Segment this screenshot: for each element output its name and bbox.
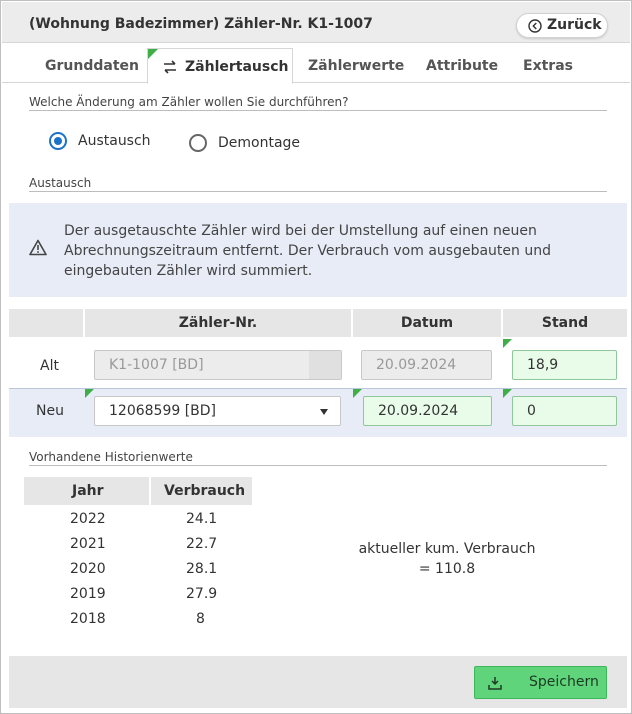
tab-grunddaten[interactable]: Grunddaten: [45, 58, 139, 74]
table-row: 2022 24.1: [24, 511, 252, 536]
new-reading-input[interactable]: 0: [512, 396, 617, 426]
column-header-number: Zähler-Nr.: [85, 309, 351, 337]
history-year: 2018: [70, 611, 106, 627]
history-year: 2019: [70, 586, 106, 602]
meter-dialog: (Wohnung Badezimmer) Zähler-Nr. K1-1007 …: [0, 0, 632, 714]
history-year: 2022: [70, 511, 106, 527]
tab-zaehlertausch-label: Zählertausch: [185, 59, 289, 75]
cumulative-consumption-value: = 110.8: [418, 561, 476, 577]
history-consumption: 22.7: [186, 536, 218, 552]
cumulative-consumption-label: aktueller kum. Verbrauch: [358, 541, 536, 557]
chevron-left-circle-icon: [528, 19, 542, 33]
old-reading-input[interactable]: 18,9: [512, 350, 617, 380]
table-row: 2019 27.9: [24, 586, 252, 611]
tab-bar: Grunddaten Zählertausch Zählerwerte Attr…: [2, 43, 630, 84]
grid-corner: [9, 309, 83, 337]
table-row: 2018 8: [24, 611, 252, 636]
history-consumption: 24.1: [186, 511, 218, 527]
radio-austausch[interactable]: [49, 132, 67, 150]
change-question: Welche Änderung am Zähler wollen Sie dur…: [29, 95, 349, 109]
new-meter-number-value: 12068599 [BD]: [109, 403, 217, 419]
column-header-reading: Stand: [503, 309, 627, 337]
edited-marker: [353, 389, 362, 398]
save-button[interactable]: Speichern: [474, 666, 607, 699]
old-meter-number-value: K1-1007 [BD]: [109, 357, 204, 373]
new-date-input[interactable]: 20.09.2024: [363, 396, 492, 426]
old-date-field: 20.09.2024: [361, 350, 492, 380]
field-addon: [309, 351, 341, 379]
radio-austausch-label[interactable]: Austausch: [78, 133, 151, 149]
column-header-date: Datum: [353, 309, 501, 337]
back-button-label: Zurück: [547, 17, 602, 33]
history-consumption: 28.1: [186, 561, 218, 577]
dropdown-arrow-icon: [320, 409, 328, 415]
divider: [29, 465, 607, 466]
table-row: 2021 22.7: [24, 536, 252, 561]
history-consumption: 27.9: [186, 586, 218, 602]
austausch-section-label: Austausch: [29, 176, 92, 190]
tab-marker-flag: [148, 49, 158, 59]
dialog-footer: Speichern: [9, 656, 627, 708]
notice-text: Der ausgetauschte Zähler wird bei der Um…: [64, 223, 551, 279]
history-section-label: Vorhandene Historienwerte: [29, 450, 193, 464]
dialog-header: (Wohnung Badezimmer) Zähler-Nr. K1-1007 …: [2, 2, 630, 43]
tab-zaehlertausch[interactable]: Zählertausch: [147, 48, 293, 84]
tab-attribute[interactable]: Attribute: [426, 58, 498, 74]
history-column-year: Jahr: [72, 483, 104, 499]
download-icon: [488, 677, 502, 690]
history-year: 2020: [70, 561, 106, 577]
dialog-title: (Wohnung Badezimmer) Zähler-Nr. K1-1007: [29, 16, 373, 32]
cumulative-consumption: aktueller kum. Verbrauch = 110.8: [347, 539, 547, 579]
swap-arrows-icon: [164, 60, 176, 74]
column-separator: [149, 477, 151, 505]
info-notice: Der ausgetauschte Zähler wird bei der Um…: [9, 203, 627, 297]
edited-marker: [503, 389, 512, 398]
history-year: 2021: [70, 536, 106, 552]
old-meter-number-field: K1-1007 [BD]: [94, 350, 342, 380]
tab-zaehlerwerte[interactable]: Zählerwerte: [308, 58, 404, 74]
new-meter-number-select[interactable]: 12068599 [BD]: [94, 396, 341, 426]
history-column-consumption: Verbrauch: [164, 483, 246, 499]
divider: [29, 110, 607, 111]
edited-marker: [85, 389, 94, 398]
warning-icon: [29, 239, 47, 256]
divider: [29, 191, 607, 192]
edited-marker: [503, 339, 512, 348]
history-table-header: Jahr Verbrauch: [24, 477, 252, 505]
save-button-label: Speichern: [529, 674, 599, 690]
radio-demontage[interactable]: [189, 134, 207, 152]
tab-extras[interactable]: Extras: [523, 58, 573, 74]
table-row: 2020 28.1: [24, 561, 252, 586]
row-label-new: Neu: [36, 403, 64, 419]
row-label-old: Alt: [40, 358, 59, 374]
history-consumption: 8: [196, 611, 205, 627]
radio-demontage-label[interactable]: Demontage: [218, 135, 300, 151]
back-button[interactable]: Zurück: [516, 13, 608, 38]
